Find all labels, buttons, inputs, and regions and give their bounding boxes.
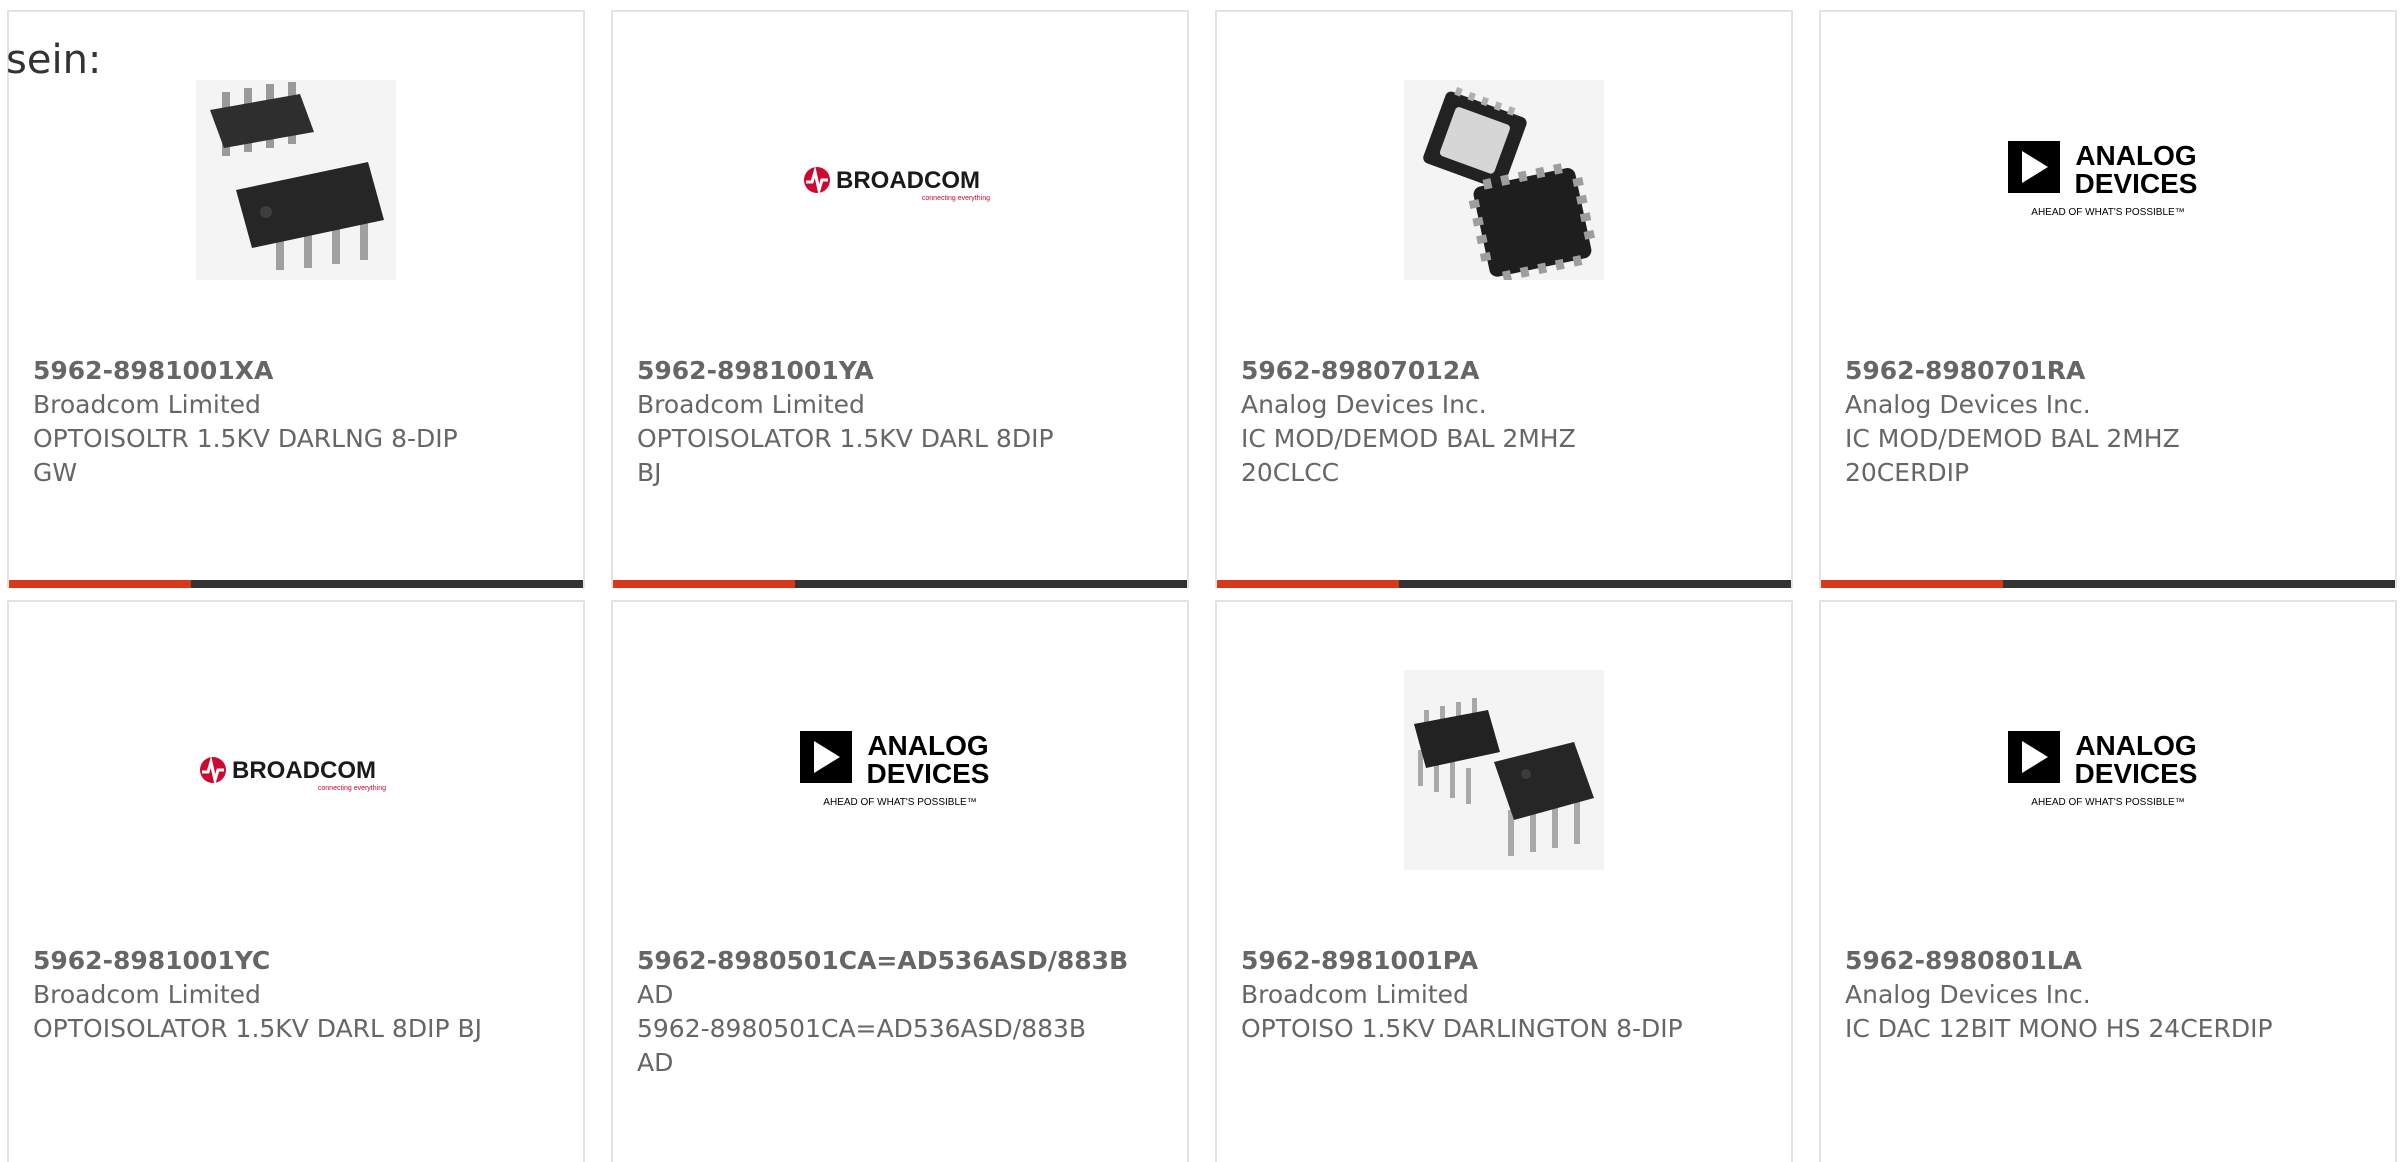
product-image[interactable]: BROADCOM connecting everything xyxy=(800,80,1000,280)
card-bottom-bar xyxy=(9,580,583,588)
product-card[interactable]: BROADCOM connecting everything 5962-8981… xyxy=(611,10,1189,588)
broadcom-logo-text: BROADCOM xyxy=(836,167,980,194)
product-image[interactable]: ANALOG DEVICES AHEAD OF WHAT'S POSSIBLE™ xyxy=(2008,670,2208,870)
part-number-link[interactable]: 5962-8980801LA xyxy=(1845,944,2375,978)
description: IC MOD/DEMOD BAL 2MHZ 20CLCC xyxy=(1241,424,1576,487)
manufacturer: Broadcom Limited xyxy=(33,980,261,1009)
product-card[interactable]: ANALOG DEVICES AHEAD OF WHAT'S POSSIBLE™… xyxy=(1819,600,2397,1162)
description: OPTOISO 1.5KV DARLINGTON 8-DIP xyxy=(1241,1014,1683,1043)
part-number-link[interactable]: 5962-8981001PA xyxy=(1241,944,1771,978)
manufacturer: Broadcom Limited xyxy=(1241,980,1469,1009)
card-accent-bar xyxy=(613,580,795,588)
analog-devices-tagline: AHEAD OF WHAT'S POSSIBLE™ xyxy=(823,797,976,808)
manufacturer: Analog Devices Inc. xyxy=(1845,980,2091,1009)
manufacturer: Broadcom Limited xyxy=(33,390,261,419)
broadcom-tagline: connecting everything xyxy=(922,195,990,202)
analog-devices-line2: DEVICES xyxy=(2075,168,2198,199)
analog-devices-line2: DEVICES xyxy=(2075,758,2198,789)
card-accent-bar xyxy=(9,580,191,588)
product-card[interactable]: 5962-8981001XA Broadcom Limited OPTOISOL… xyxy=(7,10,585,588)
broadcom-tagline: connecting everything xyxy=(318,785,386,792)
card-bottom-bar xyxy=(1217,580,1791,588)
part-number-link[interactable]: 5962-8980501CA=AD536ASD/883B xyxy=(637,944,1167,978)
product-card[interactable]: ANALOG DEVICES AHEAD OF WHAT'S POSSIBLE™… xyxy=(611,600,1189,1162)
manufacturer: AD xyxy=(637,980,674,1009)
description: IC MOD/DEMOD BAL 2MHZ 20CERDIP xyxy=(1845,424,2180,487)
intro-text: sein: xyxy=(6,37,102,83)
card-accent-bar xyxy=(1217,580,1399,588)
analog-devices-line1: ANALOG xyxy=(2075,730,2196,761)
description: OPTOISOLTR 1.5KV DARLNG 8-DIP GW xyxy=(33,424,458,487)
product-card[interactable]: 5962-8981001PA Broadcom Limited OPTOISO … xyxy=(1215,600,1793,1162)
product-image[interactable]: ANALOG DEVICES AHEAD OF WHAT'S POSSIBLE™ xyxy=(2008,80,2208,280)
analog-devices-tagline: AHEAD OF WHAT'S POSSIBLE™ xyxy=(2031,207,2184,218)
manufacturer: Analog Devices Inc. xyxy=(1845,390,2091,419)
manufacturer: Broadcom Limited xyxy=(637,390,865,419)
broadcom-logo-text: BROADCOM xyxy=(232,757,376,784)
product-card[interactable]: 5962-89807012A Analog Devices Inc. IC MO… xyxy=(1215,10,1793,588)
description: 5962-8980501CA=AD536ASD/883B AD xyxy=(637,1014,1087,1077)
product-image[interactable] xyxy=(1404,670,1604,870)
analog-devices-tagline: AHEAD OF WHAT'S POSSIBLE™ xyxy=(2031,797,2184,808)
part-number-link[interactable]: 5962-8981001XA xyxy=(33,354,563,388)
analog-devices-line1: ANALOG xyxy=(867,730,988,761)
product-card[interactable]: ANALOG DEVICES AHEAD OF WHAT'S POSSIBLE™… xyxy=(1819,10,2397,588)
part-number-link[interactable]: 5962-8980701RA xyxy=(1845,354,2375,388)
part-number-link[interactable]: 5962-89807012A xyxy=(1241,354,1771,388)
product-image[interactable]: ANALOG DEVICES AHEAD OF WHAT'S POSSIBLE™ xyxy=(800,670,1000,870)
description: IC DAC 12BIT MONO HS 24CERDIP xyxy=(1845,1014,2273,1043)
part-number-link[interactable]: 5962-8981001YA xyxy=(637,354,1167,388)
product-image[interactable] xyxy=(196,80,396,280)
product-image[interactable] xyxy=(1404,80,1604,280)
analog-devices-line2: DEVICES xyxy=(867,758,990,789)
card-bottom-bar xyxy=(613,580,1187,588)
manufacturer: Analog Devices Inc. xyxy=(1241,390,1487,419)
card-bottom-bar xyxy=(1821,580,2395,588)
product-card[interactable]: BROADCOM connecting everything 5962-8981… xyxy=(7,600,585,1162)
description: OPTOISOLATOR 1.5KV DARL 8DIP BJ xyxy=(33,1014,482,1043)
part-number-link[interactable]: 5962-8981001YC xyxy=(33,944,563,978)
card-accent-bar xyxy=(1821,580,2003,588)
analog-devices-line1: ANALOG xyxy=(2075,140,2196,171)
product-image[interactable]: BROADCOM connecting everything xyxy=(196,670,396,870)
description: OPTOISOLATOR 1.5KV DARL 8DIP BJ xyxy=(637,424,1054,487)
